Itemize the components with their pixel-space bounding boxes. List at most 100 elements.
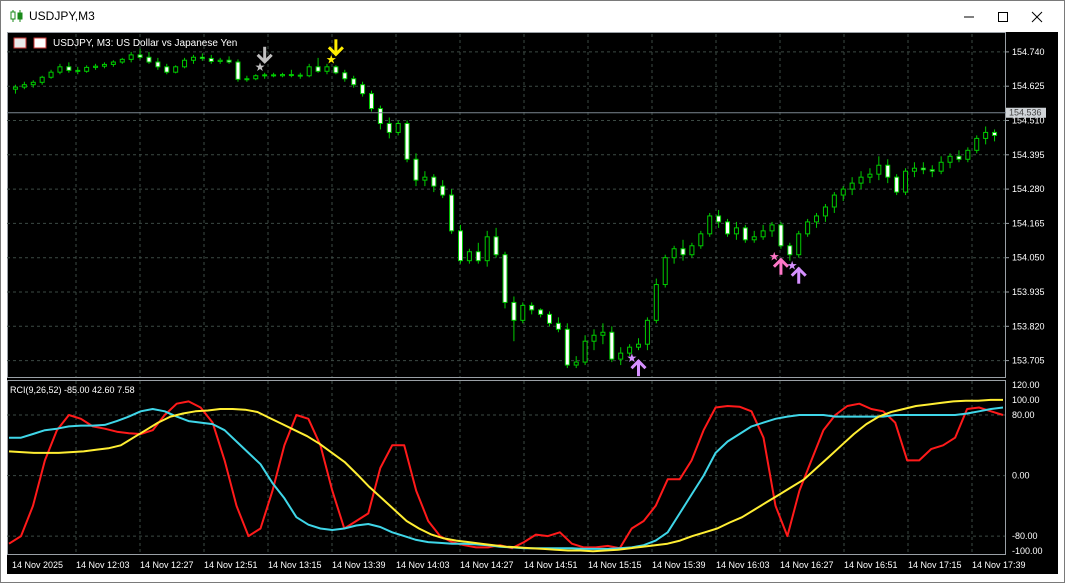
candle xyxy=(279,72,285,78)
candle xyxy=(128,51,134,63)
candle-body xyxy=(155,61,161,68)
candle xyxy=(21,81,27,90)
close-button[interactable] xyxy=(1020,1,1054,32)
candle-body xyxy=(894,176,900,193)
candle-body xyxy=(475,251,481,262)
candle-body xyxy=(297,74,303,77)
candle-body xyxy=(831,194,837,208)
chart-area[interactable]: 154.740 154.625 154.510 154.395 154.280 154.1… xyxy=(7,32,1058,574)
candle xyxy=(226,56,232,64)
candle-body xyxy=(279,74,285,77)
candle-body xyxy=(413,158,419,181)
maximize-button[interactable] xyxy=(986,1,1020,32)
candle-body xyxy=(137,54,143,58)
chart-tool-icon xyxy=(33,37,47,49)
star-icon: ★ xyxy=(255,60,266,74)
candle-body xyxy=(644,319,650,345)
window-title: USDJPY,M3 xyxy=(29,9,95,23)
time-tick-label: 14 Nov 14:27 xyxy=(460,560,514,570)
candle-body xyxy=(39,76,45,83)
candle-body xyxy=(680,248,686,256)
chart-canvas[interactable]: 154.740154.625154.510154.395154.280154.1… xyxy=(7,32,1058,574)
candle-body xyxy=(778,224,784,247)
candle-body xyxy=(707,215,713,235)
time-tick-label: 14 Nov 13:39 xyxy=(332,560,386,570)
candle-body xyxy=(885,164,891,178)
candle-body xyxy=(12,86,18,90)
candle-body xyxy=(404,122,410,160)
candle xyxy=(155,57,161,70)
candle-body xyxy=(769,224,775,232)
candle-body xyxy=(520,304,526,321)
candle-body xyxy=(199,56,205,59)
candle-body xyxy=(66,66,72,71)
candle-body xyxy=(947,155,953,163)
candle xyxy=(867,168,873,184)
candle-body xyxy=(992,131,998,136)
price-tick-label: 154.050 xyxy=(1012,253,1045,263)
candle xyxy=(796,230,802,258)
up-arrow-signal: ★ xyxy=(787,259,807,284)
minimize-button[interactable] xyxy=(952,1,986,32)
candle-body xyxy=(422,176,428,181)
candle xyxy=(253,74,259,81)
candle xyxy=(404,120,410,163)
candle xyxy=(110,60,116,67)
candle-body xyxy=(271,74,277,77)
candle-body xyxy=(110,61,116,65)
candle-body xyxy=(725,221,731,235)
price-tick-label: 154.280 xyxy=(1012,184,1045,194)
candle-body xyxy=(582,340,588,363)
candle-body xyxy=(814,215,820,223)
time-tick-label: 14 Nov 17:39 xyxy=(972,560,1026,570)
candle-body xyxy=(288,74,294,77)
candle-body xyxy=(182,59,188,68)
candle-body xyxy=(226,59,232,63)
candle-body xyxy=(867,173,873,178)
candle-body xyxy=(805,221,811,235)
candle-body xyxy=(324,66,330,72)
candle-body xyxy=(457,230,463,262)
rci-scale-label: 0.00 xyxy=(1012,471,1030,481)
candle xyxy=(466,248,472,264)
time-tick-label: 14 Nov 13:15 xyxy=(268,560,322,570)
candle-body xyxy=(653,284,659,321)
candle-body xyxy=(876,164,882,175)
candle xyxy=(547,311,553,327)
candle xyxy=(805,218,811,237)
candle xyxy=(965,147,971,163)
candle xyxy=(235,59,241,82)
candle xyxy=(529,302,535,315)
candle-body xyxy=(573,361,579,366)
candle-body xyxy=(208,57,214,62)
candle-body xyxy=(75,69,81,72)
candle-body xyxy=(21,84,27,88)
title-bar[interactable]: USDJPY,M3 xyxy=(1,1,1064,32)
candle xyxy=(671,245,677,264)
candle-body xyxy=(698,233,704,247)
candle xyxy=(182,57,188,69)
candle-body xyxy=(244,78,250,81)
star-icon: ★ xyxy=(627,351,638,365)
candlestick-chart-icon xyxy=(10,10,23,22)
time-axis: 14 Nov 2025 14 Nov 12:03 14 Nov 12:27 14 No… xyxy=(12,560,1026,570)
candle xyxy=(39,75,45,85)
candle xyxy=(271,72,277,78)
candle xyxy=(733,221,739,240)
candle-body xyxy=(956,155,962,160)
time-tick-label: 14 Nov 16:03 xyxy=(716,560,770,570)
price-tick-label: 154.395 xyxy=(1012,150,1045,160)
candle xyxy=(831,192,837,213)
candle-body xyxy=(431,176,437,187)
price-axis: 154.740154.625154.510154.395154.280154.1… xyxy=(1005,47,1045,556)
candle xyxy=(778,221,784,249)
close-icon xyxy=(1031,11,1043,22)
candle-body xyxy=(173,66,179,73)
candle-body xyxy=(733,227,739,235)
candle-body xyxy=(609,331,615,360)
candle-body xyxy=(849,182,855,190)
candle-body xyxy=(84,66,90,72)
chart-header-label: USDJPY, M3: US Dollar vs Japanese Yen xyxy=(53,38,237,49)
candle-body xyxy=(262,74,268,77)
candle-body xyxy=(965,149,971,160)
